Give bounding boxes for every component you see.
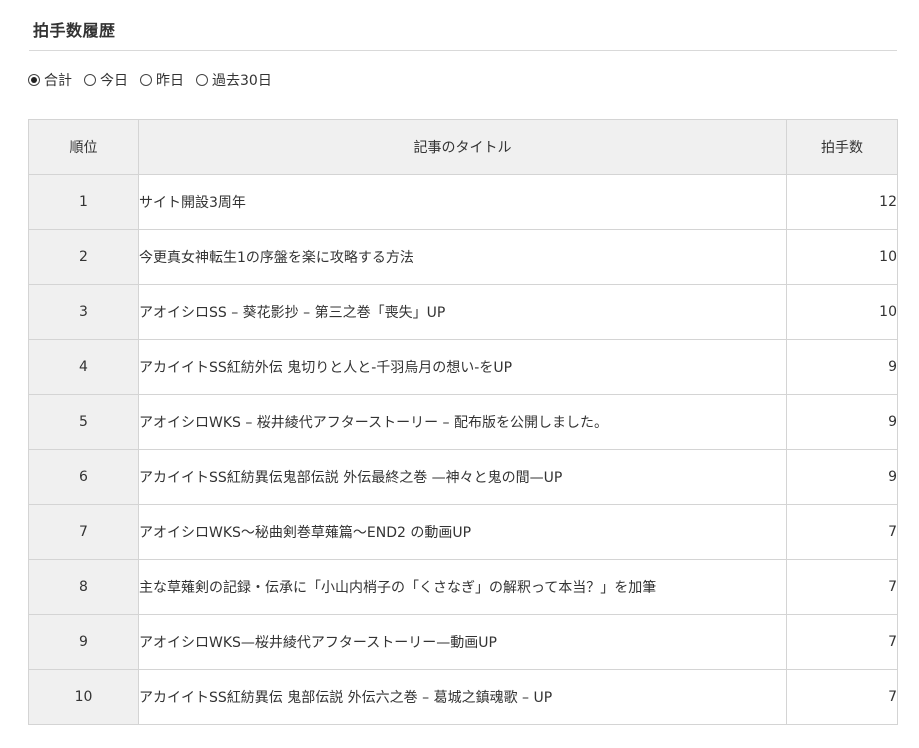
rank-cell: 10 — [28, 669, 139, 725]
clap-count-cell: 7 — [786, 504, 898, 560]
header-rank: 順位 — [28, 119, 139, 175]
table-row: 3 アオイシロSS – 葵花影抄 – 第三之巻「喪失」UP 10 — [28, 284, 898, 340]
table-row: 7 アオイシロWKS～秘曲剣巻草薙篇～END2 の動画UP 7 — [28, 504, 898, 560]
rank-cell: 3 — [28, 284, 139, 340]
rank-cell: 4 — [28, 339, 139, 395]
filter-total[interactable]: 合計 — [28, 70, 72, 90]
filter-label: 今日 — [100, 73, 128, 89]
clap-count-cell: 12 — [786, 174, 898, 230]
table-row: 9 アオイシロWKS—桜井綾代アフターストーリー—動画UP 7 — [28, 614, 898, 670]
rank-cell: 2 — [28, 229, 139, 285]
clap-history-panel: 拍手数履歴 合計 今日 昨日 過去30日 順位 記事のタイトル 拍手数 1 サイ… — [0, 0, 919, 748]
table-header-row: 順位 記事のタイトル 拍手数 — [28, 119, 898, 175]
clap-count-cell: 7 — [786, 559, 898, 615]
filter-yesterday[interactable]: 昨日 — [140, 70, 184, 90]
clap-count-cell: 7 — [786, 614, 898, 670]
article-title-link[interactable]: アカイイトSS紅紡外伝 鬼切りと人と-千羽烏月の想い-をUP — [138, 339, 787, 395]
clap-count-cell: 9 — [786, 339, 898, 395]
article-title-link[interactable]: アカイイトSS紅紡異伝 鬼部伝説 外伝六之巻 – 葛城之鎮魂歌 – UP — [138, 669, 787, 725]
article-title-link[interactable]: アオイシロSS – 葵花影抄 – 第三之巻「喪失」UP — [138, 284, 787, 340]
rank-cell: 1 — [28, 174, 139, 230]
radio-icon[interactable] — [28, 74, 40, 86]
section-heading: 拍手数履歴 — [33, 21, 116, 40]
table-row: 5 アオイシロWKS – 桜井綾代アフターストーリー – 配布版を公開しました。 9 — [28, 394, 898, 450]
article-title-link[interactable]: アオイシロWKS – 桜井綾代アフターストーリー – 配布版を公開しました。 — [138, 394, 787, 450]
filter-last-30-days[interactable]: 過去30日 — [196, 70, 272, 90]
table-row: 2 今更真女神転生1の序盤を楽に攻略する方法 10 — [28, 229, 898, 285]
clap-count-cell: 9 — [786, 449, 898, 505]
article-title-link[interactable]: 主な草薙剣の記録・伝承に「小山内梢子の「くさなぎ」の解釈って本当？」を加筆 — [138, 559, 787, 615]
filter-label: 昨日 — [156, 73, 184, 89]
article-title-link[interactable]: サイト開設3周年 — [138, 174, 787, 230]
clap-count-cell: 10 — [786, 284, 898, 340]
article-title-link[interactable]: 今更真女神転生1の序盤を楽に攻略する方法 — [138, 229, 787, 285]
clap-count-cell: 7 — [786, 669, 898, 725]
ranking-table: 順位 記事のタイトル 拍手数 1 サイト開設3周年 12 2 今更真女神転生1の序盤を楽… — [28, 119, 898, 725]
rank-cell: 5 — [28, 394, 139, 450]
rank-cell: 6 — [28, 449, 139, 505]
article-title-link[interactable]: アオイシロWKS～秘曲剣巻草薙篇～END2 の動画UP — [138, 504, 787, 560]
radio-icon[interactable] — [196, 74, 208, 86]
clap-count-cell: 9 — [786, 394, 898, 450]
article-title-link[interactable]: アカイイトSS紅紡異伝鬼部伝説 外伝最終之巻 —神々と鬼の間—UP — [138, 449, 787, 505]
table-row: 1 サイト開設3周年 12 — [28, 174, 898, 230]
period-filter: 合計 今日 昨日 過去30日 — [28, 70, 284, 90]
header-title: 記事のタイトル — [138, 119, 787, 175]
filter-today[interactable]: 今日 — [84, 70, 128, 90]
table-body: 1 サイト開設3周年 12 2 今更真女神転生1の序盤を楽に攻略する方法 10 3 アオイシロ… — [28, 174, 898, 725]
rank-cell: 7 — [28, 504, 139, 560]
filter-label: 合計 — [44, 73, 72, 89]
heading-divider — [29, 50, 897, 51]
radio-icon[interactable] — [84, 74, 96, 86]
filter-label: 過去30日 — [212, 73, 272, 89]
header-count: 拍手数 — [786, 119, 898, 175]
rank-cell: 8 — [28, 559, 139, 615]
clap-count-cell: 10 — [786, 229, 898, 285]
table-row: 8 主な草薙剣の記録・伝承に「小山内梢子の「くさなぎ」の解釈って本当？」を加筆 7 — [28, 559, 898, 615]
article-title-link[interactable]: アオイシロWKS—桜井綾代アフターストーリー—動画UP — [138, 614, 787, 670]
rank-cell: 9 — [28, 614, 139, 670]
radio-icon[interactable] — [140, 74, 152, 86]
table-row: 10 アカイイトSS紅紡異伝 鬼部伝説 外伝六之巻 – 葛城之鎮魂歌 – UP 7 — [28, 669, 898, 725]
table-row: 6 アカイイトSS紅紡異伝鬼部伝説 外伝最終之巻 —神々と鬼の間—UP 9 — [28, 449, 898, 505]
table-row: 4 アカイイトSS紅紡外伝 鬼切りと人と-千羽烏月の想い-をUP 9 — [28, 339, 898, 395]
